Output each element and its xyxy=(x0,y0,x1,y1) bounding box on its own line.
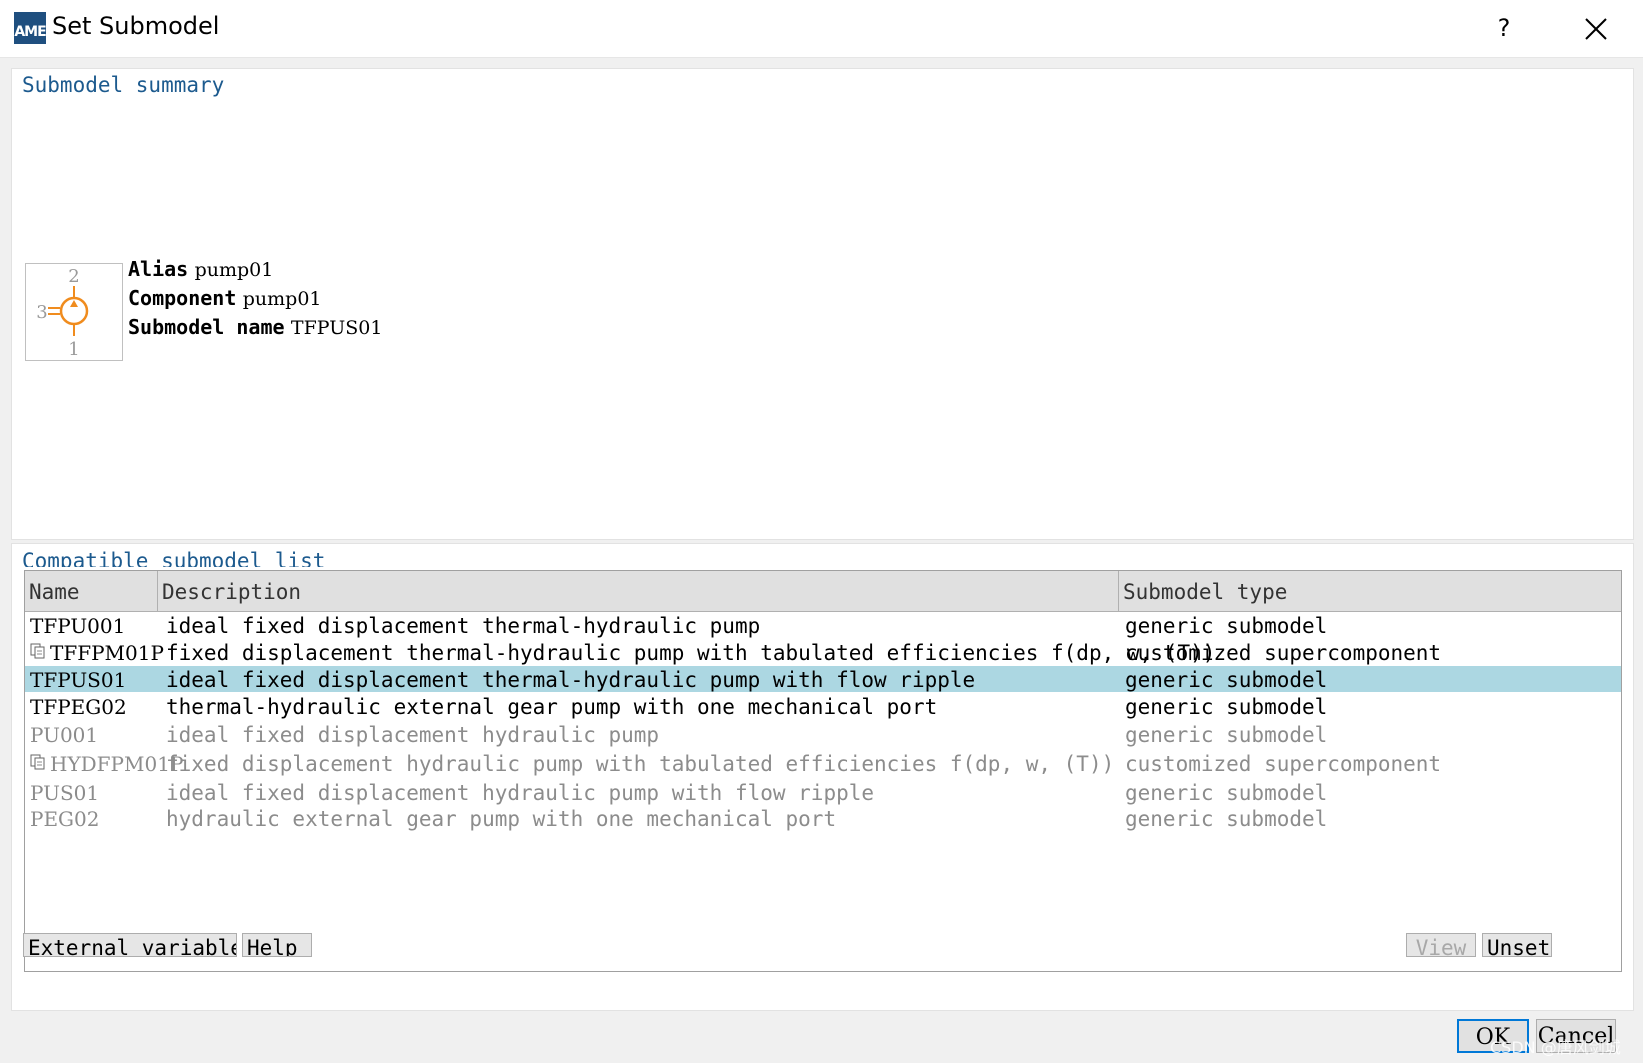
row-description: ideal fixed displacement thermal-hydraul… xyxy=(166,668,976,692)
row-description: ideal fixed displacement thermal-hydraul… xyxy=(166,614,761,638)
summary-title: Submodel summary xyxy=(22,73,225,97)
view-button[interactable]: View xyxy=(1406,933,1476,957)
column-header-description[interactable]: Description xyxy=(158,571,1119,611)
alias-label: Alias xyxy=(128,257,189,281)
row-name-text: HYDFPM01P xyxy=(50,752,184,776)
submodel-summary-panel: Submodel summary 2 3 1 Alias pump01 Comp… xyxy=(11,68,1634,540)
row-description: ideal fixed displacement hydraulic pump … xyxy=(166,781,875,805)
row-name-text: PU001 xyxy=(30,723,99,747)
submodel-table[interactable]: Name Description Submodel type TFPU001 id… xyxy=(24,570,1622,972)
component-label: Component xyxy=(128,286,237,310)
row-submodel-type: generic submodel xyxy=(1125,807,1328,831)
window-title: Set Submodel xyxy=(52,12,220,40)
row-name: TFFPM01P xyxy=(30,639,164,667)
column-header-submodel-type[interactable]: Submodel type xyxy=(1119,571,1621,611)
row-description: hydraulic external gear pump with one me… xyxy=(166,807,837,831)
component-value: pump01 xyxy=(242,288,322,310)
alias-row: Alias pump01 xyxy=(128,257,273,281)
column-header-name[interactable]: Name xyxy=(25,571,158,611)
row-description: fixed displacement hydraulic pump with t… xyxy=(166,752,1115,776)
document-icon xyxy=(30,754,45,770)
table-row[interactable]: TFPEG02 thermal-hydraulic external gear p… xyxy=(25,693,1621,719)
help-button[interactable]: Help xyxy=(242,933,312,957)
compatible-submodel-panel: Compatible submodel list Name Descriptio… xyxy=(11,543,1634,1011)
submodel-name-row: Submodel name TFPUS01 xyxy=(128,315,382,339)
pump-symbol-icon: 2 3 1 xyxy=(36,266,89,360)
watermark-text: CSDN @唐风剑城 xyxy=(1490,1038,1621,1057)
table-row[interactable]: TFFPM01P fixed displacement thermal-hydra… xyxy=(25,639,1621,665)
row-name: TFPEG02 xyxy=(30,693,127,721)
row-submodel-type: generic submodel xyxy=(1125,781,1328,805)
table-row[interactable]: PEG02 hydraulic external gear pump with o… xyxy=(25,805,1621,831)
row-description: thermal-hydraulic external gear pump wit… xyxy=(166,695,938,719)
row-name-text: TFPEG02 xyxy=(30,695,127,719)
table-row[interactable]: PU001 ideal fixed displacement hydraulic … xyxy=(25,721,1621,747)
row-submodel-type: generic submodel xyxy=(1125,614,1328,638)
row-name-text: TFPUS01 xyxy=(30,668,127,692)
row-submodel-type: generic submodel xyxy=(1125,695,1328,719)
row-submodel-type: generic submodel xyxy=(1125,723,1328,747)
row-name: HYDFPM01P xyxy=(30,750,183,778)
table-header: Name Description Submodel type xyxy=(25,571,1621,612)
row-name: TFPUS01 xyxy=(30,666,126,694)
title-bar: AME Set Submodel ? xyxy=(0,0,1643,58)
component-thumbnail: 2 3 1 xyxy=(25,263,123,361)
list-title: Compatible submodel list xyxy=(22,549,326,567)
row-name-text: TFFPM01P xyxy=(50,641,164,665)
close-icon xyxy=(1585,18,1607,40)
row-submodel-type: customized supercomponent xyxy=(1125,752,1442,776)
row-name-text: PEG02 xyxy=(30,807,100,831)
row-description: fixed displacement thermal-hydraulic pum… xyxy=(166,641,1216,665)
submodel-name-label: Submodel name xyxy=(128,315,285,339)
port-label-3: 3 xyxy=(36,302,47,323)
help-question-button[interactable]: ? xyxy=(1484,10,1524,46)
alias-value: pump01 xyxy=(194,259,274,281)
row-name: TFPU001 xyxy=(30,612,125,640)
submodel-name-value: TFPUS01 xyxy=(290,317,383,339)
row-submodel-type: customized supercomponent xyxy=(1125,641,1442,665)
row-name: PEG02 xyxy=(30,805,99,833)
table-row[interactable]: TFPUS01 ideal fixed displacement thermal-… xyxy=(25,666,1621,692)
row-name: PU001 xyxy=(30,721,98,749)
port-label-2: 2 xyxy=(68,266,79,287)
row-description: ideal fixed displacement hydraulic pump xyxy=(166,723,660,747)
component-row: Component pump01 xyxy=(128,286,322,310)
app-logo-icon: AME xyxy=(14,12,47,44)
port-label-1: 1 xyxy=(68,339,79,360)
row-name-text: TFPU001 xyxy=(30,614,126,638)
unset-button[interactable]: Unset xyxy=(1482,933,1552,957)
row-name: PUS01 xyxy=(30,779,99,807)
table-row[interactable]: PUS01 ideal fixed displacement hydraulic … xyxy=(25,779,1621,805)
row-name-text: PUS01 xyxy=(30,781,100,805)
table-row[interactable]: TFPU001 ideal fixed displacement thermal-… xyxy=(25,612,1621,638)
row-submodel-type: generic submodel xyxy=(1125,668,1328,692)
table-row[interactable]: HYDFPM01P fixed displacement hydraulic pu… xyxy=(25,750,1621,776)
close-button[interactable] xyxy=(1578,12,1614,46)
document-icon xyxy=(30,643,45,659)
external-variables-button[interactable]: External variables xyxy=(23,933,237,957)
